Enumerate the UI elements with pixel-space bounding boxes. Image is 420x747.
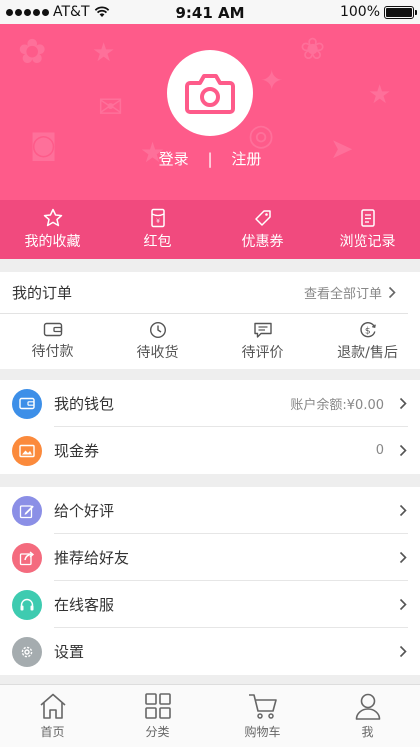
avatar[interactable] [167,50,253,136]
clock-icon [149,321,166,338]
user-icon [355,693,380,720]
svg-text:$: $ [364,326,370,336]
quick-link-label: 我的收藏 [24,234,81,250]
tab-label: 我 [361,725,374,739]
chevron-right-icon [394,444,412,457]
headset-circle-icon [12,589,42,620]
menu-row-settings[interactable]: 设置 [0,628,420,675]
menu-row-recommend[interactable]: 推荐给好友 [0,534,420,581]
order-refund[interactable]: $ 退款/售后 [315,314,420,368]
tab-me[interactable]: 我 [315,685,420,747]
order-status-row: 待付款 待收货 待评价 $ 退款/售后 [0,314,420,368]
grid-icon [144,693,171,719]
orders-card: 我的订单 查看全部订单 待付款 待收货 待评价 $ 退款/售后 [0,272,420,369]
wallet-icon [19,397,35,410]
battery-icon [384,5,417,19]
coupon-tag-icon [254,210,271,226]
quick-links-bar: 我的收藏 ¥ 红包 优惠券 浏览记录 [0,200,420,259]
tab-label: 购物车 [244,725,281,739]
comment-icon [253,322,272,338]
tab-categories[interactable]: 分类 [105,685,210,747]
view-all-orders-link[interactable]: 查看全部订单 [304,283,396,302]
order-pending-review[interactable]: 待评价 [210,314,315,368]
chevron-right-icon [388,286,396,299]
status-bar: AT&T 9:41 AM 100% [0,0,420,24]
menu-row-customer-service[interactable]: 在线客服 [0,581,420,628]
quick-link-coupons[interactable]: 优惠券 [210,200,315,259]
order-status-label: 待评价 [241,344,284,361]
home-icon [39,693,66,719]
edit-icon [19,504,34,518]
menu-row-rate-app[interactable]: 给个好评 [0,487,420,534]
decor-flower-icon: ❀ [300,32,326,67]
menu-row-cash-voucher[interactable]: 现金券 0 [0,427,420,474]
camera-icon [185,74,235,114]
chevron-right-icon [394,598,412,611]
auth-links: 登录 | 注册 [0,148,420,169]
red-envelope-icon: ¥ [150,208,165,228]
star-icon [43,208,62,227]
quick-link-history[interactable]: 浏览记录 [315,200,420,259]
tab-label: 分类 [145,725,170,739]
order-pending-receipt[interactable]: 待收货 [105,314,210,368]
menu-label: 设置 [54,643,85,661]
register-link[interactable]: 注册 [231,148,261,169]
menu-label: 给个好评 [54,502,115,520]
battery-status: 100% [339,4,417,20]
quick-link-label: 优惠券 [241,234,284,250]
quick-link-label: 红包 [143,234,172,250]
auth-separator: | [207,150,213,168]
menu-label: 我的钱包 [54,395,115,413]
profile-header: ✿ ★ ◙ ✉ ★ ✦ ❀ ◎ ➤ ★ 登录 | 注册 [0,24,420,200]
cart-icon [248,694,277,719]
tab-label: 首页 [40,725,65,739]
quick-link-red-envelope[interactable]: ¥ 红包 [105,200,210,259]
gear-circle-icon [12,636,42,667]
decor-tag-icon: ✦ [260,64,284,97]
gear-icon [21,646,33,657]
tab-bar: 首页 分类 购物车 我 [0,684,420,747]
order-pending-payment[interactable]: 待付款 [0,314,105,368]
battery-percent: 100% [339,4,380,20]
menu-label: 在线客服 [54,596,115,614]
orders-title: 我的订单 [12,284,73,302]
voucher-icon [19,444,35,457]
tab-home[interactable]: 首页 [0,685,105,747]
chevron-right-icon [394,645,412,658]
chevron-right-icon [394,551,412,564]
chevron-right-icon [394,504,412,517]
refund-icon: $ [359,321,376,337]
history-icon [360,209,375,227]
wallet-circle-icon [12,388,42,419]
voucher-circle-icon [12,435,42,466]
quick-link-favorites[interactable]: 我的收藏 [0,200,105,259]
share-circle-icon [12,542,42,573]
quick-link-label: 浏览记录 [339,234,396,250]
wallet-icon [43,322,62,337]
svg-text:¥: ¥ [156,218,160,225]
chevron-right-icon [394,397,412,410]
login-link[interactable]: 登录 [159,148,189,169]
account-balance: 账户余额:¥0.00 [290,398,384,413]
decor-bag-icon: ✉ [98,90,124,125]
share-icon [19,550,35,565]
more-options-card: 给个好评 推荐给好友 在线客服 设置 [0,487,420,675]
orders-header: 我的订单 查看全部订单 [0,272,408,314]
order-status-label: 待收货 [136,344,179,361]
tab-cart[interactable]: 购物车 [210,685,315,747]
decor-star-icon: ★ [92,38,116,68]
menu-label: 推荐给好友 [54,549,130,567]
edit-circle-icon [12,495,42,526]
order-status-label: 退款/售后 [337,344,398,361]
menu-label: 现金券 [54,442,100,460]
decor-shirt-icon: ✿ [18,32,47,72]
voucher-count: 0 [375,443,384,458]
view-all-orders-label: 查看全部订单 [303,287,382,302]
wallet-card: 我的钱包 账户余额:¥0.00 现金券 0 [0,380,420,474]
headset-icon [20,598,34,610]
order-status-label: 待付款 [31,344,74,360]
decor-star-icon-3: ★ [368,80,392,110]
menu-row-wallet[interactable]: 我的钱包 账户余额:¥0.00 [0,380,420,427]
